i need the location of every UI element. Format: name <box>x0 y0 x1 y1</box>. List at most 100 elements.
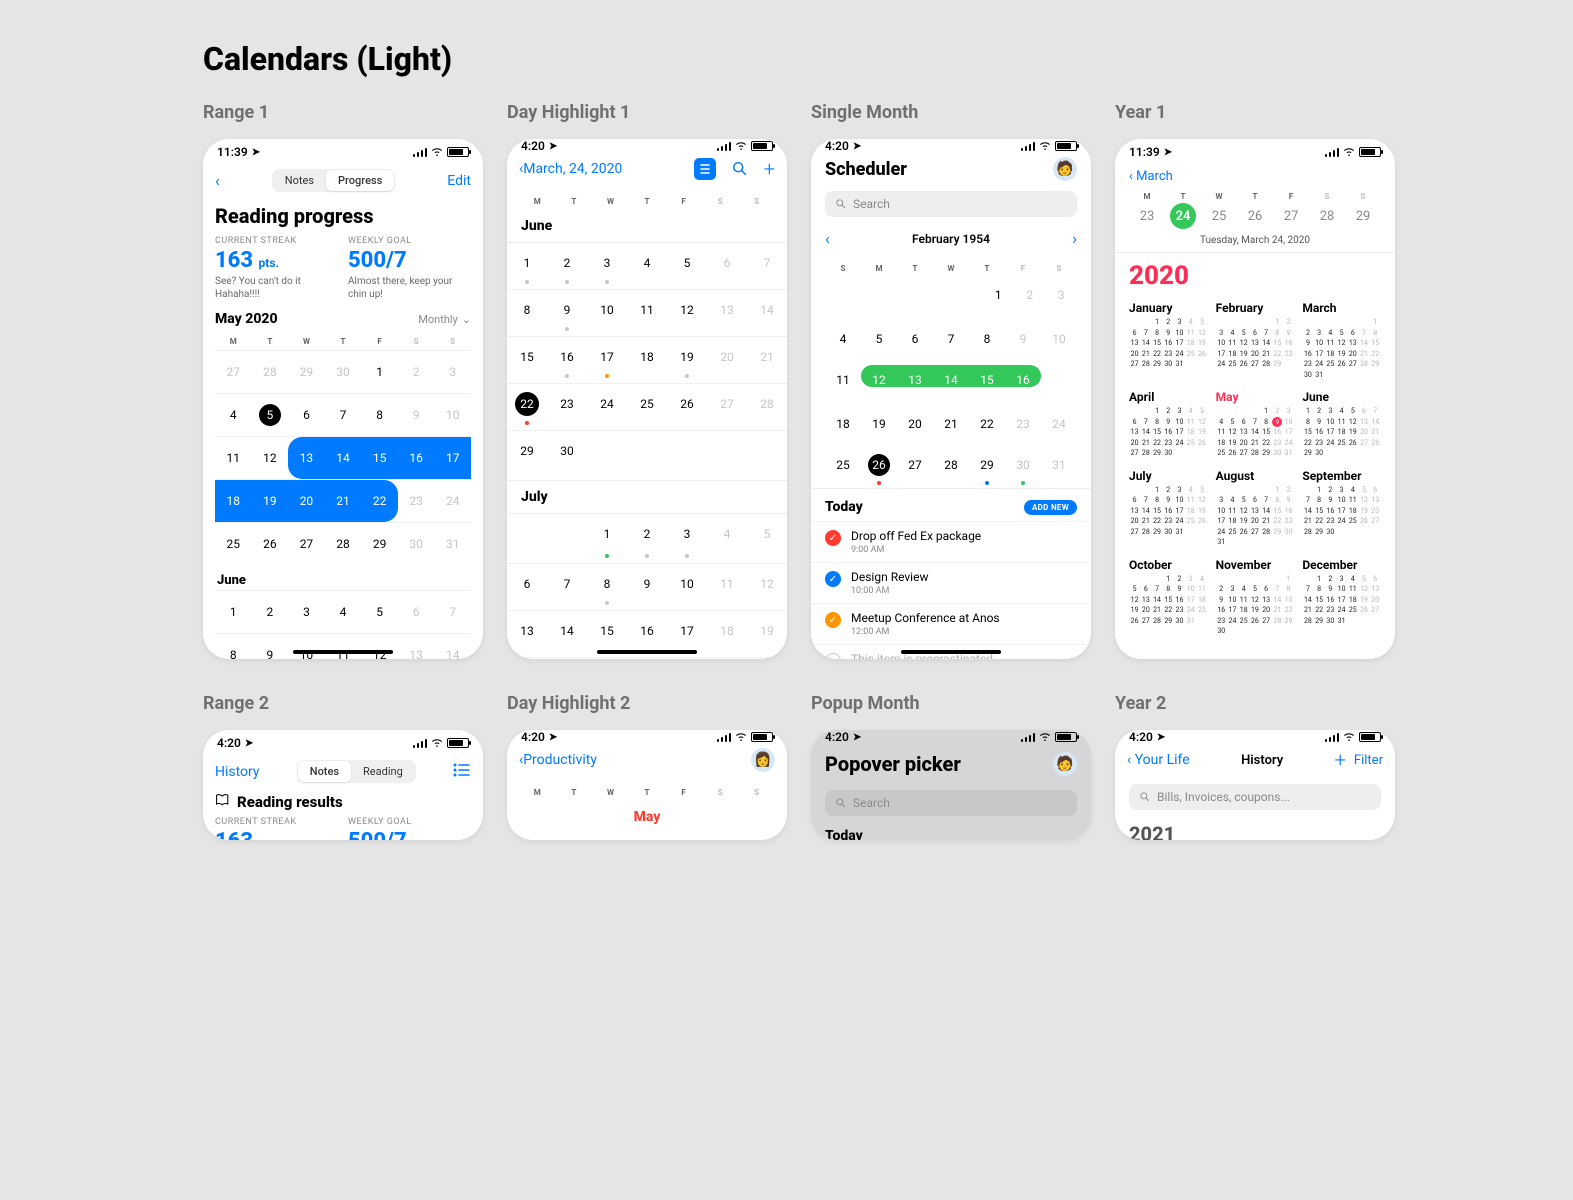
day-cell[interactable]: 3 <box>1046 277 1078 321</box>
mini-month[interactable]: September1234567891011121314151617181920… <box>1298 467 1385 556</box>
day-cell[interactable]: 9 <box>547 290 587 336</box>
segmented-control[interactable]: Notes Reading <box>297 760 416 783</box>
todo-checkbox[interactable]: ✓ <box>825 530 841 546</box>
filter-link[interactable]: Filter <box>1354 753 1383 768</box>
mini-month[interactable]: May1234567891011121314151617181920212223… <box>1212 388 1299 467</box>
day-cell[interactable]: 16 <box>1005 362 1041 406</box>
back-link[interactable]: ‹ Your Life <box>1127 752 1190 768</box>
day-cell[interactable]: 4 <box>627 243 667 289</box>
day-cell[interactable]: 6 <box>398 591 435 633</box>
view-selector[interactable]: Monthly⌄ <box>418 313 471 326</box>
mini-month[interactable]: March12345678910111213141516171819202122… <box>1298 299 1385 388</box>
day-cell[interactable]: 7 <box>933 321 969 362</box>
day-cell[interactable]: 12 <box>361 634 398 659</box>
avatar[interactable]: 🧑 <box>1053 157 1077 181</box>
day-cell[interactable]: 23 <box>547 384 587 430</box>
day-cell[interactable]: 6 <box>507 564 547 610</box>
day-cell[interactable]: 5 <box>361 591 398 633</box>
day-cell[interactable]: 26 <box>667 384 707 430</box>
day-cell[interactable]: 15 <box>969 362 1005 406</box>
calendar-june[interactable]: 1234567891011121314151617181920212223242… <box>507 243 787 481</box>
day-cell[interactable] <box>627 431 667 480</box>
day-cell[interactable]: 9 <box>1005 321 1041 362</box>
day-cell[interactable]: 23 <box>627 658 667 659</box>
mini-month[interactable]: January123456789101112131415161718192021… <box>1125 299 1212 388</box>
seg-progress[interactable]: Progress <box>326 170 394 191</box>
day-cell[interactable]: 16 <box>398 437 435 479</box>
day-cell[interactable]: 7 <box>434 591 471 633</box>
back-button[interactable]: ‹ <box>215 171 220 190</box>
day-cell[interactable]: 9 <box>627 564 667 610</box>
day-cell[interactable]: 18 <box>707 611 747 657</box>
day-cell[interactable] <box>888 277 920 321</box>
calendar-july[interactable]: 1234567891011121314151617181920212223242… <box>507 514 787 659</box>
weeknav-day[interactable]: S28 <box>1309 192 1345 229</box>
weeknav-day[interactable]: T24 <box>1165 192 1201 229</box>
weeknav-day[interactable]: M23 <box>1129 192 1165 229</box>
day-cell[interactable]: 8 <box>507 290 547 336</box>
day-cell[interactable]: 27 <box>288 523 325 565</box>
day-cell[interactable]: 30 <box>547 431 587 480</box>
day-cell[interactable]: 20 <box>288 480 325 522</box>
calendar-may[interactable]: 2728293012345678910111213141516171819202… <box>215 350 471 565</box>
day-cell[interactable]: 6 <box>897 321 933 362</box>
search-icon[interactable] <box>730 159 750 179</box>
day-cell[interactable]: 6 <box>288 394 325 436</box>
day-cell[interactable]: 1 <box>215 591 252 633</box>
prev-month[interactable]: ‹ <box>825 229 830 248</box>
week-nav[interactable]: M23T24W25T26F27S28S29 <box>1115 192 1395 229</box>
day-cell[interactable]: 25 <box>215 523 252 565</box>
mini-month[interactable]: April12345678910111213141516171819202122… <box>1125 388 1212 467</box>
day-cell[interactable]: 12 <box>861 362 897 406</box>
day-cell[interactable]: 29 <box>288 351 325 393</box>
day-cell[interactable]: 14 <box>547 611 587 657</box>
seg-reading[interactable]: Reading <box>351 761 415 782</box>
day-cell[interactable]: 29 <box>361 523 398 565</box>
day-cell[interactable]: 4 <box>215 394 252 436</box>
calendar-june[interactable]: 1234567891011121314 <box>215 590 471 659</box>
weeknav-day[interactable]: F27 <box>1273 192 1309 229</box>
day-cell[interactable]: 20 <box>707 337 747 383</box>
day-cell[interactable]: 24 <box>667 658 707 659</box>
day-cell[interactable]: 12 <box>747 564 787 610</box>
day-cell[interactable]: 21 <box>325 480 362 522</box>
calendar[interactable]: 1234567891011121314151618192021222324252… <box>811 277 1091 488</box>
day-cell[interactable]: 8 <box>969 321 1005 362</box>
seg-notes[interactable]: Notes <box>273 170 326 191</box>
day-cell[interactable]: 11 <box>325 634 362 659</box>
search-input[interactable]: Search <box>825 191 1077 217</box>
day-cell[interactable]: 20 <box>507 658 547 659</box>
day-cell[interactable]: 13 <box>288 437 325 479</box>
day-cell[interactable]: 1 <box>587 514 627 563</box>
day-cell[interactable]: 21 <box>747 337 787 383</box>
day-cell[interactable]: 11 <box>215 437 252 479</box>
day-cell[interactable]: 29 <box>507 431 547 480</box>
day-cell[interactable]: 27 <box>897 447 933 488</box>
day-cell[interactable]: 12 <box>667 290 707 336</box>
day-cell[interactable]: 28 <box>933 447 969 488</box>
search-input[interactable]: Search <box>825 790 1077 816</box>
day-cell[interactable]: 24 <box>434 480 471 522</box>
day-cell[interactable]: 31 <box>1041 447 1077 488</box>
day-cell[interactable]: 10 <box>434 394 471 436</box>
todo-checkbox[interactable]: ✓ <box>825 612 841 628</box>
mini-month[interactable]: June123456789101112131415161718192021222… <box>1298 388 1385 467</box>
day-cell[interactable]: 31 <box>434 523 471 565</box>
day-cell[interactable] <box>707 431 747 480</box>
day-cell[interactable]: 10 <box>288 634 325 659</box>
day-cell[interactable]: 27 <box>215 351 252 393</box>
day-cell[interactable]: 5 <box>861 321 897 362</box>
day-cell[interactable]: 5 <box>747 514 787 563</box>
day-cell[interactable]: 4 <box>707 514 747 563</box>
day-cell[interactable]: 23 <box>1005 406 1041 447</box>
day-cell[interactable]: 17 <box>587 337 627 383</box>
day-cell[interactable]: 18 <box>825 406 861 447</box>
day-cell[interactable]: 8 <box>361 394 398 436</box>
day-cell[interactable]: 1 <box>361 351 398 393</box>
mini-month[interactable]: July123456789101112131415161718192021222… <box>1125 467 1212 556</box>
day-cell[interactable]: 25 <box>627 384 667 430</box>
search-input[interactable]: Bills, Invoices, coupons... <box>1129 784 1381 810</box>
day-cell[interactable]: 29 <box>969 447 1005 488</box>
day-cell[interactable]: 10 <box>667 564 707 610</box>
day-cell[interactable]: 30 <box>398 523 435 565</box>
